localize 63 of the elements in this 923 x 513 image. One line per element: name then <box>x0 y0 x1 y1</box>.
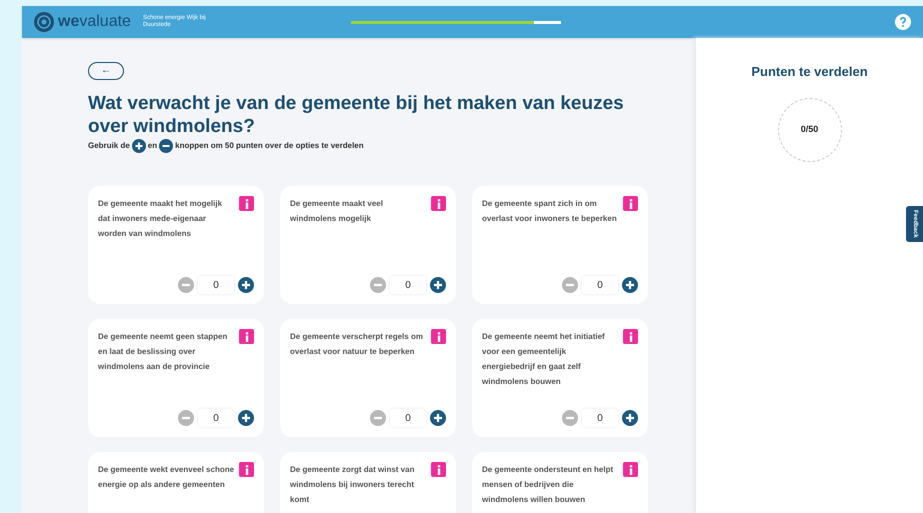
info-icon <box>244 198 248 208</box>
minus-icon <box>562 410 578 426</box>
plus-button[interactable] <box>238 277 254 293</box>
option-text: De gemeente zorgt dat winst van windmolens bij inwoners terecht komt <box>290 464 416 506</box>
plus-icon <box>622 410 638 426</box>
sidebar-title: Punten te verdelen <box>751 63 868 81</box>
option-text: De gemeente maakt veel windmolens mogelijk <box>290 198 384 225</box>
minus-icon <box>159 139 174 153</box>
info-button[interactable] <box>239 329 254 344</box>
plus-icon <box>132 139 146 153</box>
minus-icon <box>178 410 194 426</box>
instruction-text: en <box>148 140 158 152</box>
option-text: De gemeente maakt het mogelijk dat inwoners mede-eigenaar worden van windmolens <box>98 198 224 240</box>
points-input[interactable]: 0 <box>582 409 618 427</box>
points-input[interactable]: 0 <box>198 409 234 427</box>
option-text: De gemeente wekt evenveel schone energie op als andere gemeenten <box>98 464 235 491</box>
info-icon <box>628 332 632 342</box>
info-icon <box>628 464 632 474</box>
plus-icon <box>430 410 446 426</box>
info-button[interactable] <box>431 462 446 477</box>
info-button[interactable] <box>239 462 254 477</box>
info-icon <box>244 464 248 474</box>
info-icon <box>436 464 440 474</box>
question-title: Wat verwacht je van de gemeente bij het maken van keuzes over windmolens? <box>88 92 625 138</box>
plus-icon <box>430 277 446 293</box>
help-icon[interactable] <box>895 14 911 30</box>
plus-button[interactable] <box>430 277 446 293</box>
info-button[interactable] <box>623 462 638 477</box>
info-icon <box>244 332 248 342</box>
logo-icon <box>34 12 54 32</box>
plus-icon <box>238 410 254 426</box>
plus-icon <box>238 277 254 293</box>
points-input[interactable]: 0 <box>390 409 426 427</box>
instruction-text: knoppen om 50 punten over de opties te verdelen <box>175 140 364 152</box>
info-button[interactable] <box>623 329 638 344</box>
plus-icon <box>622 277 638 293</box>
option-text: De gemeente verscherpt regels om overlast voor natuur te beperken <box>290 331 424 358</box>
plus-button[interactable] <box>622 410 638 426</box>
back-button[interactable]: ← <box>88 62 124 80</box>
plus-button[interactable] <box>430 410 446 426</box>
plus-button[interactable] <box>238 410 254 426</box>
option-text: De gemeente spant zich in om overlast voor inwoners te beperken <box>482 198 618 225</box>
option-text: De gemeente neemt het initiatief voor een gemeentelijk energiebedrijf en gaat zelf windmolens bouwen <box>482 331 606 388</box>
info-icon <box>436 198 440 208</box>
minus-icon <box>370 410 386 426</box>
points-input[interactable]: 0 <box>582 276 618 294</box>
info-icon <box>436 332 440 342</box>
plus-button[interactable] <box>622 277 638 293</box>
minus-icon <box>370 277 386 293</box>
minus-icon <box>178 277 194 293</box>
option-text: De gemeente ondersteunt en helpt mensen of bedrijven die windmolens willen bouwen <box>482 464 614 506</box>
info-button[interactable] <box>431 329 446 344</box>
info-button[interactable] <box>431 196 446 211</box>
points-input[interactable]: 0 <box>198 276 234 294</box>
points-counter: 0/50 <box>778 98 842 162</box>
points-input[interactable]: 0 <box>390 276 426 294</box>
minus-icon <box>562 277 578 293</box>
brand-logo: wevaluate <box>58 12 131 32</box>
info-button[interactable] <box>623 196 638 211</box>
instruction-text: Gebruik de <box>88 140 130 152</box>
info-button[interactable] <box>239 196 254 211</box>
option-text: De gemeente neemt geen stappen en laat de beslissing over windmolens aan de provincie <box>98 331 228 373</box>
info-icon <box>628 198 632 208</box>
